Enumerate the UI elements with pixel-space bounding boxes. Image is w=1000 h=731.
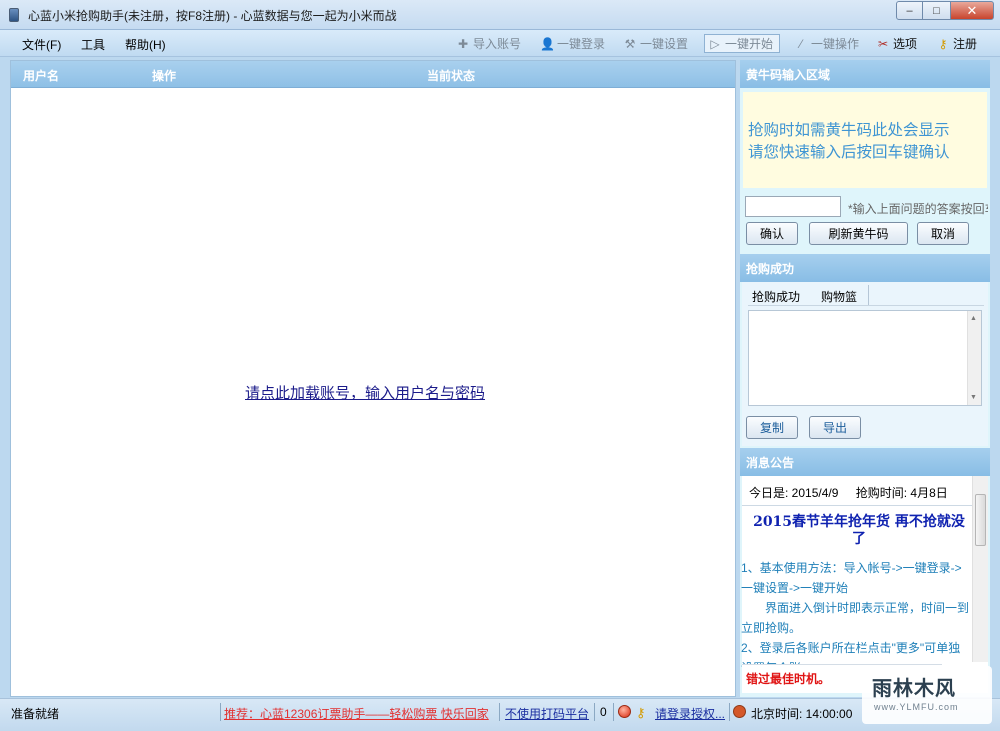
play-icon: ▷ xyxy=(710,36,720,51)
one-click-operate-button[interactable]: ⁄ 一键操作 xyxy=(794,34,859,53)
window-controls: – □ ✕ xyxy=(896,1,994,20)
clock-icon xyxy=(733,705,746,719)
status-separator xyxy=(613,703,614,721)
watermark-title: 雨林木风 xyxy=(872,678,956,700)
key-icon: ⚷ xyxy=(938,36,948,51)
one-click-start-label: 一键开始 xyxy=(725,37,774,51)
notice-panel-header: 消息公告 xyxy=(740,448,990,476)
window-title: 心蓝小米抢购助手(未注册，按F8注册) - 心蓝数据与您一起为小米而战 xyxy=(28,9,397,23)
tab-success[interactable]: 抢购成功 xyxy=(752,286,800,306)
today-date: 今日是: 2015/4/9 xyxy=(749,486,839,500)
status-separator xyxy=(220,703,221,721)
status-count: 0 xyxy=(600,705,607,719)
notice-divider xyxy=(742,505,972,506)
refresh-code-button[interactable]: 刷新黄牛码 xyxy=(809,222,908,245)
one-click-login-label: 一键登录 xyxy=(557,37,606,51)
code-instruction-line1: 抢购时如需黄牛码此处会显示 xyxy=(748,122,950,139)
tab-basket[interactable]: 购物篮 xyxy=(821,286,857,306)
plus-icon: ✚ xyxy=(457,36,469,51)
options-button[interactable]: ✂ 选项 xyxy=(876,34,917,53)
menu-file[interactable]: 文件(F) xyxy=(22,36,61,53)
register-button[interactable]: ⚷ 注册 xyxy=(936,34,977,53)
import-account-button[interactable]: ✚ 导入账号 xyxy=(456,34,521,53)
login-auth-link[interactable]: 请登录授权... xyxy=(655,705,725,722)
code-input-hint: *输入上面问题的答案按回车 xyxy=(848,202,988,216)
code-display-area: 抢购时如需黄牛码此处会显示 请您快速输入后按回车键确认 xyxy=(743,92,987,188)
success-list[interactable]: ▲ ▼ xyxy=(748,310,982,406)
red-status-icon xyxy=(618,705,631,719)
notice-text: 1、基本使用方法：导入帐号->一键登录->一键设置->一键开始 界面进入倒计时即… xyxy=(741,558,969,678)
account-list: 用户名 操作 当前状态 请点此加载账号，输入用户名与密码 xyxy=(10,60,736,697)
notice-date-line: 今日是: 2015/4/9 抢购时间: 4月8日 xyxy=(749,484,948,501)
one-click-login-button[interactable]: 👤 一键登录 xyxy=(540,34,605,53)
notice-paragraph-1: 1、基本使用方法：导入帐号->一键登录->一键设置->一键开始 xyxy=(741,561,962,595)
captcha-platform-link[interactable]: 不使用打码平台 xyxy=(505,705,589,722)
watermark-logo: 雨林木风 www.YLMFU.com xyxy=(862,666,992,724)
column-operation[interactable]: 操作 xyxy=(152,67,176,84)
title-bar: 心蓝小米抢购助手(未注册，按F8注册) - 心蓝数据与您一起为小米而战 – □ … xyxy=(0,0,1000,30)
status-separator xyxy=(499,703,500,721)
export-button[interactable]: 导出 xyxy=(809,416,861,439)
menu-help[interactable]: 帮助(H) xyxy=(125,36,166,53)
wrench-icon: ⚒ xyxy=(624,36,636,51)
status-separator xyxy=(594,703,595,721)
success-panel-header: 抢购成功 xyxy=(740,254,990,282)
code-panel-header: 黄牛码输入区域 xyxy=(740,60,990,88)
one-click-start-button[interactable]: ▷ 一键开始 xyxy=(704,34,781,53)
load-accounts-link[interactable]: 请点此加载账号，输入用户名与密码 xyxy=(245,382,485,403)
promo-link[interactable]: 推荐：心蓝12306订票助手——轻松购票 快乐回家 xyxy=(224,705,489,722)
one-click-settings-label: 一键设置 xyxy=(640,37,689,51)
success-scrollbar[interactable]: ▲ ▼ xyxy=(967,311,981,405)
register-label: 注册 xyxy=(953,37,978,51)
status-separator xyxy=(729,703,730,721)
notice-paragraph-2: 界面进入倒计时即表示正常，时间一到立即抢购。 xyxy=(741,601,970,635)
app-icon xyxy=(9,8,19,22)
minimize-button[interactable]: – xyxy=(896,1,923,20)
notice-title: 2015春节羊年抢年货 再不抢就没了 xyxy=(753,514,965,547)
notice-scroll-thumb[interactable] xyxy=(975,494,986,546)
column-status[interactable]: 当前状态 xyxy=(427,67,475,84)
watermark-url: www.YLMFU.com xyxy=(874,702,959,712)
tools-icon: ✂ xyxy=(877,36,889,51)
tab-divider xyxy=(868,285,869,305)
user-icon: 👤 xyxy=(540,36,555,51)
menu-toolbar: 文件(F) 工具 帮助(H) ✚ 导入账号 👤 一键登录 ⚒ 一键设置 ▷ 一键… xyxy=(0,30,1000,57)
one-click-operate-label: 一键操作 xyxy=(811,37,860,51)
code-instruction-line2: 请您快速输入后按回车键确认 xyxy=(748,144,950,161)
scroll-up-icon[interactable]: ▲ xyxy=(970,315,977,322)
close-button[interactable]: ✕ xyxy=(950,1,994,20)
purchase-time: 抢购时间: 4月8日 xyxy=(855,486,948,500)
beijing-time: 北京时间: 14:00:00 xyxy=(751,707,853,721)
status-bar: 准备就绪 推荐：心蓝12306订票助手——轻松购票 快乐回家 不使用打码平台 0… xyxy=(0,698,1000,731)
list-header: 用户名 操作 当前状态 xyxy=(11,61,735,88)
scroll-down-icon[interactable]: ▼ xyxy=(970,394,977,401)
maximize-button[interactable]: □ xyxy=(923,1,950,20)
menu-tools[interactable]: 工具 xyxy=(81,36,105,53)
key-icon: ⚷ xyxy=(636,705,646,720)
column-username[interactable]: 用户名 xyxy=(23,67,59,84)
confirm-button[interactable]: 确认 xyxy=(746,222,798,245)
cancel-button[interactable]: 取消 xyxy=(917,222,969,245)
options-label: 选项 xyxy=(893,37,918,51)
import-account-label: 导入账号 xyxy=(473,37,522,51)
wand-icon: ⁄ xyxy=(799,36,802,51)
notice-scrollbar[interactable] xyxy=(972,476,988,662)
code-instructions: 抢购时如需黄牛码此处会显示 请您快速输入后按回车键确认 xyxy=(748,120,950,164)
one-click-settings-button[interactable]: ⚒ 一键设置 xyxy=(623,34,688,53)
copy-button[interactable]: 复制 xyxy=(746,416,798,439)
status-ready: 准备就绪 xyxy=(11,707,60,721)
code-input[interactable] xyxy=(745,196,841,217)
tab-bar-line xyxy=(748,305,984,306)
